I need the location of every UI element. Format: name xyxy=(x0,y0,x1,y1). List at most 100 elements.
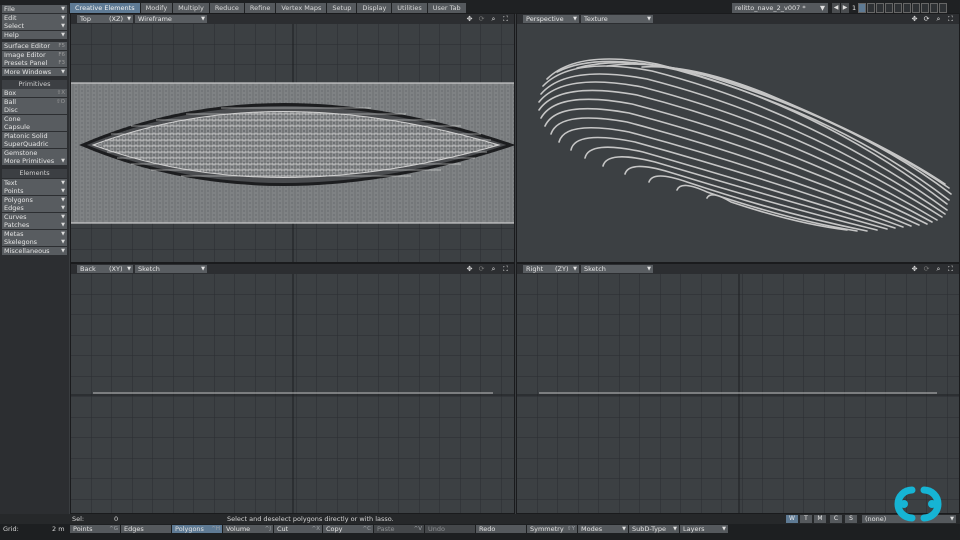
render-mode-select[interactable]: Sketch ▼ xyxy=(581,265,653,273)
tab-modify[interactable]: Modify xyxy=(140,3,173,13)
view-button-m[interactable]: M xyxy=(814,515,826,523)
maximize-view-icon[interactable]: ⛶ xyxy=(946,265,955,273)
viewport-top[interactable]: Top (XZ) ▼ Wireframe ▼ ✥ ⟳ ⌕ ⛶ xyxy=(70,13,515,263)
zoom-view-icon[interactable]: ⌕ xyxy=(934,15,943,23)
layer-slot-10[interactable] xyxy=(939,3,948,13)
edit-menu[interactable]: Edit ▼ xyxy=(2,13,67,22)
platonic-solid-tool-button[interactable]: Platonic Solid xyxy=(2,131,67,140)
move-view-icon[interactable]: ✥ xyxy=(465,15,474,23)
layer-slot-4[interactable] xyxy=(885,3,894,13)
layer-slot-8[interactable] xyxy=(921,3,930,13)
gemstone-tool-button[interactable]: Gemstone xyxy=(2,148,67,157)
redo-button[interactable]: Redo xyxy=(476,525,526,533)
metas-menu[interactable]: Metas ▼ xyxy=(2,229,67,238)
view-type-select[interactable]: Right (ZY) ▼ xyxy=(523,265,579,273)
move-view-icon[interactable]: ✥ xyxy=(465,265,474,273)
cone-tool-button[interactable]: Cone xyxy=(2,114,67,123)
tab-display[interactable]: Display xyxy=(357,3,392,13)
rotate-view-icon[interactable]: ⟳ xyxy=(477,15,486,23)
layer-slot-3[interactable] xyxy=(876,3,885,13)
layer-slot-6[interactable] xyxy=(903,3,912,13)
next-layer-icon[interactable]: ▶ xyxy=(841,3,849,13)
rotate-view-icon[interactable]: ⟳ xyxy=(922,265,931,273)
layer-slot-1[interactable] xyxy=(858,3,867,13)
polygons-mode-button[interactable]: Polygons ^H xyxy=(172,525,222,533)
image-editor-button[interactable]: Image Editor F6 xyxy=(2,50,67,59)
curves-label: Curves xyxy=(4,212,27,221)
render-mode-select[interactable]: Sketch ▼ xyxy=(135,265,207,273)
modes-menu[interactable]: Modes ▼ xyxy=(578,525,628,533)
rotate-view-icon[interactable]: ⟳ xyxy=(922,15,931,23)
maximize-view-icon[interactable]: ⛶ xyxy=(501,15,510,23)
cut-button[interactable]: Cut ^X xyxy=(274,525,322,533)
superquadric-tool-button[interactable]: SuperQuadric xyxy=(2,140,67,148)
zoom-view-icon[interactable]: ⌕ xyxy=(489,265,498,273)
zoom-view-icon[interactable]: ⌕ xyxy=(489,15,498,23)
skelegons-menu[interactable]: Skelegons ▼ xyxy=(2,238,67,246)
viewport-canvas[interactable] xyxy=(517,24,959,262)
layer-slot-5[interactable] xyxy=(894,3,903,13)
layers-menu[interactable]: Layers ▼ xyxy=(680,525,728,533)
move-view-icon[interactable]: ✥ xyxy=(910,15,919,23)
move-view-icon[interactable]: ✥ xyxy=(910,265,919,273)
file-menu[interactable]: File ▼ xyxy=(2,5,67,13)
view-button-s[interactable]: S xyxy=(845,515,857,523)
view-button-t[interactable]: T xyxy=(800,515,812,523)
volume-button[interactable]: Volume ^J xyxy=(223,525,273,533)
presets-panel-button[interactable]: Presets Panel F3 xyxy=(2,59,67,67)
viewport-perspective[interactable]: Perspective ▼ Texture ▼ ✥ ⟳ ⌕ ⛶ xyxy=(516,13,960,263)
view-type-select[interactable]: Perspective ▼ xyxy=(523,15,579,23)
tab-setup[interactable]: Setup xyxy=(327,3,357,13)
layer-slot-9[interactable] xyxy=(930,3,939,13)
rotate-view-icon[interactable]: ⟳ xyxy=(477,265,486,273)
object-select-dropdown[interactable]: relitto_nave_2_v007 * ▼ xyxy=(732,3,828,13)
tab-refine[interactable]: Refine xyxy=(244,3,276,13)
curves-menu[interactable]: Curves ▼ xyxy=(2,212,67,221)
tab-utilities[interactable]: Utilities xyxy=(392,3,427,13)
text-menu[interactable]: Text ▼ xyxy=(2,178,67,187)
tab-vertex-maps[interactable]: Vertex Maps xyxy=(276,3,327,13)
viewport-header: Top (XZ) ▼ Wireframe ▼ ✥ ⟳ ⌕ ⛶ xyxy=(71,14,514,24)
more-primitives-menu[interactable]: More Primitives ▼ xyxy=(2,157,67,165)
select-menu[interactable]: Select ▼ xyxy=(2,22,67,30)
zoom-view-icon[interactable]: ⌕ xyxy=(934,265,943,273)
more-windows-menu[interactable]: More Windows ▼ xyxy=(2,67,67,76)
help-menu[interactable]: Help ▼ xyxy=(2,30,67,39)
miscellaneous-menu[interactable]: Miscellaneous ▼ xyxy=(2,246,67,255)
polygons-menu[interactable]: Polygons ▼ xyxy=(2,195,67,204)
view-type-select[interactable]: Top (XZ) ▼ xyxy=(77,15,133,23)
viewport-canvas[interactable] xyxy=(71,274,514,513)
ball-tool-button[interactable]: Ball ⇧O xyxy=(2,97,67,106)
viewport-right[interactable]: Right (ZY) ▼ Sketch ▼ ✥ ⟳ ⌕ ⛶ xyxy=(516,263,960,514)
viewport-back[interactable]: Back (XY) ▼ Sketch ▼ ✥ ⟳ ⌕ ⛶ xyxy=(70,263,515,514)
symmetry-button[interactable]: Symmetry ⇧Y xyxy=(527,525,577,533)
paste-button[interactable]: Paste ^V xyxy=(374,525,424,533)
edges-menu[interactable]: Edges ▼ xyxy=(2,204,67,212)
surface-editor-button[interactable]: Surface Editor F5 xyxy=(2,42,67,50)
previous-layer-icon[interactable]: ◀ xyxy=(832,3,840,13)
subd-type-menu[interactable]: SubD-Type ▼ xyxy=(629,525,679,533)
box-tool-button[interactable]: Box ⇧X xyxy=(2,89,67,97)
points-menu[interactable]: Points ▼ xyxy=(2,187,67,195)
capsule-tool-button[interactable]: Capsule xyxy=(2,123,67,131)
copy-button[interactable]: Copy ^C xyxy=(323,525,373,533)
tab-creative-elements[interactable]: Creative Elements xyxy=(70,3,140,13)
tab-user-tab[interactable]: User Tab xyxy=(427,3,466,13)
tab-reduce[interactable]: Reduce xyxy=(209,3,244,13)
edges-mode-button[interactable]: Edges xyxy=(121,525,171,533)
maximize-view-icon[interactable]: ⛶ xyxy=(946,15,955,23)
undo-button[interactable]: Undo xyxy=(425,525,475,533)
render-mode-select[interactable]: Texture ▼ xyxy=(581,15,653,23)
view-button-w[interactable]: W xyxy=(786,515,798,523)
view-type-select[interactable]: Back (XY) ▼ xyxy=(77,265,133,273)
points-mode-button[interactable]: Points ^G xyxy=(70,525,120,533)
patches-menu[interactable]: Patches ▼ xyxy=(2,221,67,229)
viewport-canvas[interactable] xyxy=(71,24,514,262)
layer-slot-7[interactable] xyxy=(912,3,921,13)
tab-multiply[interactable]: Multiply xyxy=(173,3,209,13)
layer-slot-2[interactable] xyxy=(867,3,876,13)
disc-tool-button[interactable]: Disc xyxy=(2,106,67,114)
render-mode-select[interactable]: Wireframe ▼ xyxy=(135,15,207,23)
maximize-view-icon[interactable]: ⛶ xyxy=(501,265,510,273)
view-button-c[interactable]: C xyxy=(830,515,842,523)
